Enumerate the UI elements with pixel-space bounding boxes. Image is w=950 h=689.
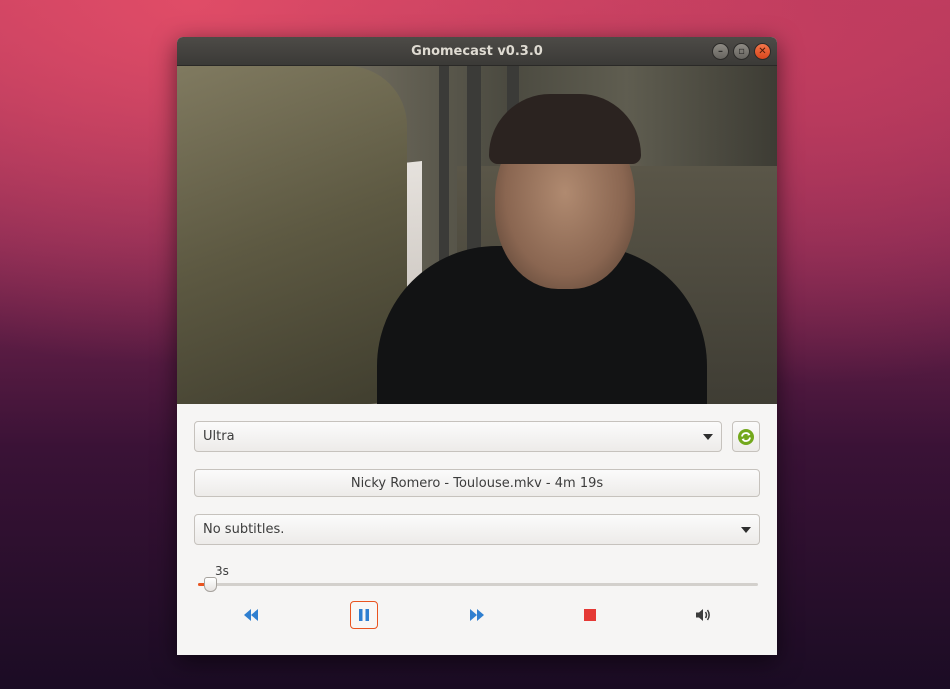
- video-thumbnail: [177, 66, 777, 404]
- file-chooser-button[interactable]: Nicky Romero - Toulouse.mkv - 4m 19s: [194, 469, 760, 497]
- file-duration: 4m 19s: [554, 475, 604, 491]
- close-icon: ✕: [758, 45, 767, 57]
- stop-icon: [584, 609, 597, 621]
- device-select[interactable]: Ultra: [194, 421, 722, 452]
- refresh-devices-button[interactable]: [732, 421, 760, 452]
- rewind-icon: [243, 609, 258, 621]
- chevron-down-icon: [703, 433, 713, 440]
- file-separator: -: [541, 475, 555, 491]
- device-select-value: Ultra: [203, 429, 235, 444]
- fast-forward-button[interactable]: [463, 601, 491, 629]
- device-row: Ultra: [194, 421, 760, 452]
- close-button[interactable]: ✕: [754, 43, 771, 60]
- volume-button[interactable]: [689, 601, 717, 629]
- volume-icon: [696, 609, 711, 621]
- subtitles-select-value: No subtitles.: [203, 522, 285, 537]
- minimize-button[interactable]: –: [712, 43, 729, 60]
- pause-icon: [358, 609, 369, 621]
- fast-forward-icon: [469, 609, 484, 621]
- minimize-icon: –: [718, 45, 723, 57]
- seek-handle[interactable]: [204, 577, 218, 592]
- subtitles-select[interactable]: No subtitles.: [194, 514, 760, 545]
- stop-button[interactable]: [576, 601, 604, 629]
- seek-value-label: 3s: [215, 564, 229, 578]
- maximize-icon: ▫: [738, 45, 745, 57]
- rewind-button[interactable]: [237, 601, 265, 629]
- maximize-button[interactable]: ▫: [733, 43, 750, 60]
- chevron-down-icon: [741, 526, 751, 533]
- transport-controls: [194, 600, 760, 630]
- controls-panel: Ultra Nicky Romero - Toulouse.mkv - 4m 1…: [177, 404, 777, 630]
- seek-area: 3s: [194, 553, 760, 593]
- app-window: Gnomecast v0.3.0 – ▫ ✕ Ultra Nicky Romer…: [177, 37, 777, 655]
- title-bar[interactable]: Gnomecast v0.3.0 – ▫ ✕: [177, 37, 777, 66]
- window-title: Gnomecast v0.3.0: [411, 44, 543, 59]
- window-controls: – ▫ ✕: [712, 43, 771, 60]
- pause-button[interactable]: [349, 601, 378, 629]
- seek-slider[interactable]: [198, 583, 758, 586]
- refresh-icon: [738, 428, 754, 445]
- file-name: Nicky Romero - Toulouse.mkv: [350, 475, 542, 491]
